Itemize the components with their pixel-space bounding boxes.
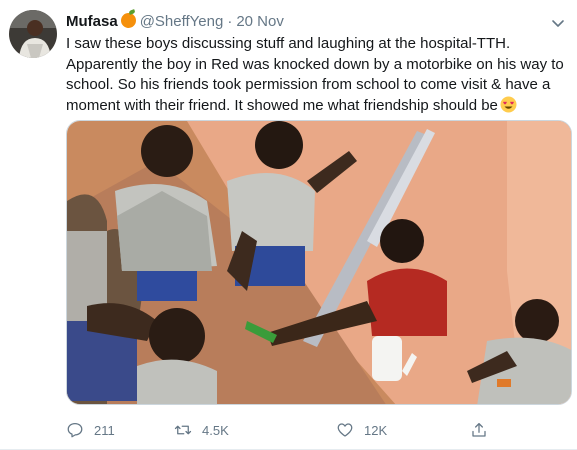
like-count: 12K [364,422,388,438]
tweet-text: I saw these boys discussing stuff and la… [66,34,566,116]
share-icon [472,422,486,437]
heart-eyes-emoji-icon [500,96,517,113]
tweet-body: I saw these boys discussing stuff and la… [66,35,564,114]
tweet-photo[interactable] [66,120,572,405]
retweet-count: 4.5K [202,422,229,438]
reply-icon [67,422,83,438]
like-button[interactable]: 12K [336,418,387,442]
tweet-card[interactable]: Mufasa @SheffYeng · 20 Nov I saw these boys… [0,0,577,450]
separator-dot: · [227,13,233,30]
tweet-header: Mufasa @SheffYeng · 20 Nov [66,12,284,32]
user-handle[interactable]: @SheffYeng [140,13,224,30]
orange-emoji-icon [120,13,136,28]
heart-icon [337,423,353,437]
display-name[interactable]: Mufasa [66,13,118,30]
tweet-date[interactable]: 20 Nov [236,13,284,30]
share-button[interactable] [470,418,498,442]
tweet-actions: 211 4.5K 12K [66,418,506,442]
retweet-icon [174,425,192,435]
retweet-button[interactable]: 4.5K [174,418,229,442]
reply-count: 211 [94,422,115,438]
chevron-down-icon[interactable] [549,14,567,32]
reply-button[interactable]: 211 [66,418,115,442]
avatar[interactable] [9,10,57,58]
